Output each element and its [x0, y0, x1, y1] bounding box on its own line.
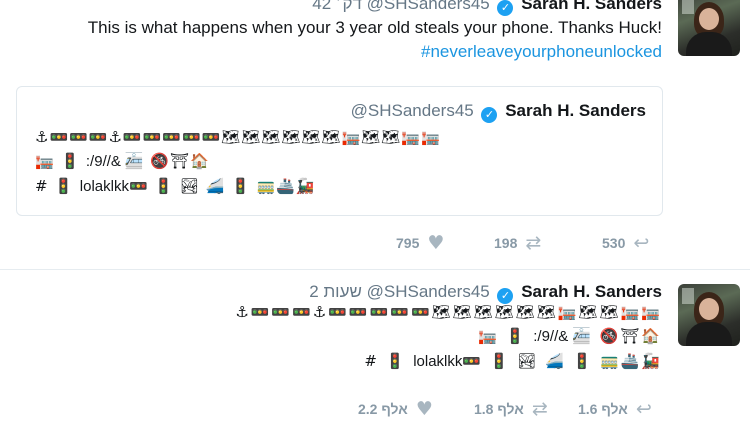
user-handle[interactable]: @SHSanders45 — [367, 0, 490, 13]
timestamp[interactable]: 2 שעות — [309, 282, 362, 301]
emoji-sequence: 🚈 🚳⛩🏠 — [124, 152, 210, 170]
emoji-sequence: # 🚦 — [364, 352, 414, 370]
reply-button[interactable]: 530 ↩ — [602, 232, 649, 254]
like-button[interactable]: 2.2 אלף ♥ — [358, 398, 433, 420]
hashtag-link[interactable]: #neverleaveyourphoneunlocked — [22, 40, 662, 64]
quoted-tweet-header: @SHSanders45 ✓ Sarah H. Sanders — [351, 101, 646, 123]
user-handle[interactable]: @SHSanders45 — [367, 282, 490, 301]
verified-icon: ✓ — [481, 107, 498, 123]
quoted-user-name: Sarah H. Sanders — [505, 101, 646, 120]
verified-icon: ✓ — [497, 0, 514, 16]
retweet-count: 198 — [494, 235, 518, 251]
reply-count: 530 — [602, 235, 626, 251]
tweet-text-line: This is what happens when your 3 year ol… — [87, 18, 662, 37]
emoji-sequence: 🚥 🚦 🏞 🚄 🚦 🚃🚢🚂 — [128, 177, 316, 195]
reply-icon: ↩ — [633, 232, 650, 254]
tweet-text-fragment: :/9//& — [533, 328, 569, 345]
emoji-sequence: 🏣 🚦 — [478, 327, 534, 345]
tweet-text-fragment: :/9//& — [85, 153, 121, 170]
retweet-button[interactable]: 198 ⇄ — [494, 232, 541, 254]
tweet[interactable]: 42 דק׳ @SHSanders45 ✓ Sarah H. Sanders T… — [0, 0, 750, 270]
reply-button[interactable]: 1.6 אלף ↩ — [578, 398, 652, 420]
emoji-sequence: # 🚦 — [35, 177, 80, 195]
reply-count: 1.6 אלף — [578, 401, 628, 417]
tweet[interactable]: 2 שעות @SHSanders45 ✓ Sarah H. Sanders ⚓… — [0, 270, 750, 422]
emoji-sequence: ⚓🚥🚥🚥⚓🚥🚥🚥🚥🚥🗺🗺🗺🗺🗺🗺🏣🗺🗺🏣🏣 — [235, 303, 662, 321]
avatar[interactable] — [678, 284, 740, 346]
heart-icon: ♥ — [415, 398, 433, 420]
quoted-user-handle: @SHSanders45 — [350, 101, 474, 120]
retweet-icon: ⇄ — [525, 232, 542, 254]
like-count: 2.2 אלף — [358, 401, 408, 417]
tweet-text-fragment: lolaklkk — [413, 353, 463, 370]
user-name[interactable]: Sarah H. Sanders — [521, 0, 662, 13]
heart-icon: ♥ — [427, 232, 445, 254]
like-button[interactable]: 795 ♥ — [396, 232, 444, 254]
tweet-header: 42 דק׳ @SHSanders45 ✓ Sarah H. Sanders — [312, 0, 662, 16]
retweet-count: 1.8 אלף — [474, 401, 524, 417]
quoted-tweet-text: ⚓🚥🚥🚥⚓🚥🚥🚥🚥🚥🗺🗺🗺🗺🗺🗺🏣🗺🗺🏣🏣 🏣 🚦 :/9//& 🚈 🚳⛩🏠 #… — [35, 125, 441, 199]
retweet-button[interactable]: 1.8 אלף ⇄ — [474, 398, 548, 420]
emoji-sequence: ⚓🚥🚥🚥⚓🚥🚥🚥🚥🚥🗺🗺🗺🗺🗺🗺🏣🗺🗺🏣🏣 — [35, 128, 441, 146]
avatar[interactable] — [678, 0, 740, 56]
timestamp[interactable]: 42 דק׳ — [312, 0, 362, 13]
tweet-text: This is what happens when your 3 year ol… — [22, 16, 662, 64]
emoji-sequence: 🏣 🚦 — [35, 152, 86, 170]
emoji-sequence: 🚥 🚦 🏞 🚄 🚦 🚃🚢🚂 — [462, 352, 662, 370]
user-name[interactable]: Sarah H. Sanders — [521, 282, 662, 301]
retweet-icon: ⇄ — [531, 398, 548, 420]
like-count: 795 — [396, 235, 420, 251]
tweet-text-fragment: lolaklkk — [79, 178, 129, 195]
tweet-text: ⚓🚥🚥🚥⚓🚥🚥🚥🚥🚥🗺🗺🗺🗺🗺🗺🏣🗺🗺🏣🏣 🏣 🚦 :/9//& 🚈 🚳⛩🏠 #… — [22, 300, 662, 374]
reply-icon: ↩ — [635, 398, 652, 420]
emoji-sequence: 🚈 🚳⛩🏠 — [572, 327, 662, 345]
quoted-tweet[interactable]: @SHSanders45 ✓ Sarah H. Sanders ⚓🚥🚥🚥⚓🚥🚥🚥… — [16, 86, 663, 216]
